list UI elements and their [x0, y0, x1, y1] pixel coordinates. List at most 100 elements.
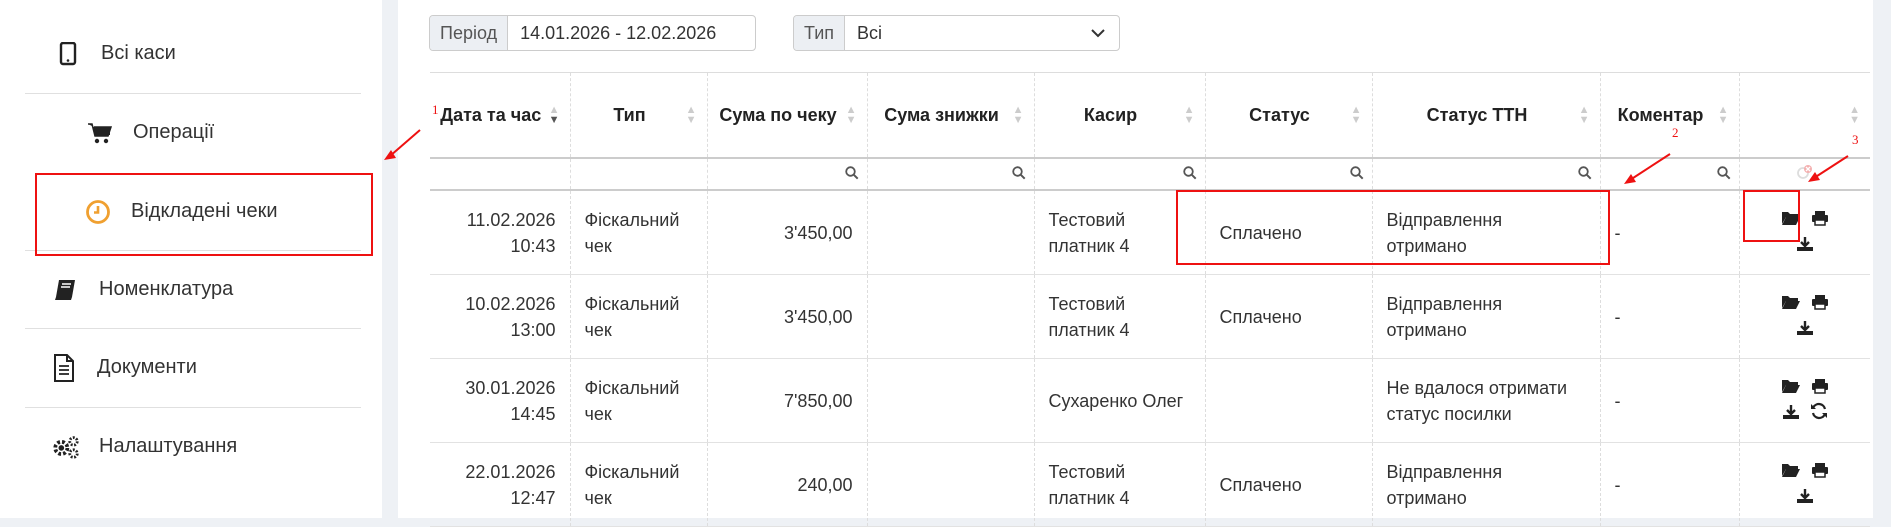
open-folder-icon[interactable] [1781, 375, 1801, 401]
print-icon[interactable] [1811, 375, 1829, 401]
sort-icon[interactable]: ▲ ▼ [1351, 105, 1362, 126]
cell-status: Сплачено [1205, 274, 1373, 359]
table-row[interactable]: 22.01.2026 12:47 Фіскальний чек 240,00 Тесто… [430, 442, 1870, 527]
sidebar-item-documents[interactable]: Документи [25, 328, 361, 407]
table-row[interactable]: 30.01.2026 14:45 Фіскальний чек 7'850,00 Сух… [430, 358, 1870, 443]
search-icon[interactable] [1577, 164, 1592, 185]
cell-type: Фіскальний чек [570, 274, 708, 359]
cell-type: Фіскальний чек [570, 190, 708, 275]
cell-datetime: 30.01.2026 14:45 [430, 358, 571, 443]
cell-discount [867, 274, 1035, 359]
sort-icon[interactable]: ▲ ▼ [1718, 105, 1729, 126]
table-row[interactable]: 10.02.2026 13:00 Фіскальний чек 3'450,00 Тес… [430, 274, 1870, 359]
column-filter[interactable] [430, 157, 571, 191]
cell-date: 11.02.2026 [466, 209, 556, 230]
annotation-arrow-1 [384, 129, 421, 160]
sort-icon[interactable]: ▲ ▼ [846, 105, 857, 126]
search-icon[interactable] [1349, 164, 1364, 185]
chevron-down-icon[interactable] [1091, 16, 1119, 50]
print-icon[interactable] [1811, 459, 1829, 485]
search-icon[interactable] [1011, 164, 1026, 185]
open-folder-icon[interactable] [1781, 291, 1801, 317]
sort-desc-icon[interactable]: ▲ ▼ [549, 105, 560, 126]
sidebar-item-all-cash-registers[interactable]: Всі каси [25, 14, 361, 93]
print-icon[interactable] [1811, 207, 1829, 233]
sidebar-item-operations[interactable]: Операції [25, 93, 361, 172]
annotation-arrow-2 [1624, 153, 1671, 184]
annotation-number-2: 2 [1672, 125, 1679, 140]
download-icon[interactable] [1782, 401, 1800, 427]
cell-comment: - [1600, 274, 1740, 359]
search-icon[interactable] [1182, 164, 1197, 185]
cell-sum: 240,00 [707, 442, 868, 527]
type-label: Тип [794, 16, 846, 50]
download-icon[interactable] [1796, 485, 1814, 511]
table-row[interactable]: 11.02.2026 10:43 Фіскальний чек 3'450,00 Тес… [430, 190, 1870, 275]
column-filter[interactable] [570, 157, 708, 191]
sidebar-item-label: Документи [97, 356, 197, 378]
sort-icon[interactable]: ▲ ▼ [686, 105, 697, 126]
sort-icon[interactable]: ▲ ▼ [1013, 105, 1024, 126]
column-header-discount[interactable]: Сума знижки ▲ ▼ [867, 72, 1035, 158]
cell-cashier: Тестовий платник 4 [1034, 442, 1206, 527]
refresh-icon[interactable] [1810, 401, 1828, 427]
type-filter[interactable]: Тип Всі [793, 15, 1120, 51]
column-header-status[interactable]: Статус ▲ ▼ [1205, 72, 1373, 158]
highlight-box-status-ttn [1176, 190, 1610, 265]
cell-sum: 3'450,00 [707, 274, 868, 359]
column-filter[interactable] [707, 157, 868, 191]
cell-status [1205, 358, 1373, 443]
cart-icon [85, 118, 115, 148]
cell-datetime: 10.02.2026 13:00 [430, 274, 571, 359]
document-icon [49, 353, 79, 383]
cell-cashier: Тестовий платник 4 [1034, 274, 1206, 359]
highlight-box-deferred-receipts [35, 173, 373, 256]
gears-icon [51, 432, 81, 462]
book-icon [51, 275, 81, 305]
cell-ttn-status: Відправлення отримано [1372, 274, 1601, 359]
column-header-comment[interactable]: Коментар ▲ ▼ [1600, 72, 1740, 158]
sidebar-item-settings[interactable]: Налаштування [25, 407, 361, 486]
sort-icon[interactable]: ▲ ▼ [1184, 105, 1195, 126]
cell-time: 14:45 [510, 403, 556, 424]
column-filter[interactable] [1205, 157, 1373, 191]
cell-time: 12:47 [510, 487, 556, 508]
download-icon[interactable] [1796, 317, 1814, 343]
cell-discount [867, 358, 1035, 443]
cell-time: 13:00 [510, 319, 556, 340]
cell-datetime: 11.02.2026 10:43 [430, 190, 571, 275]
cell-date: 22.01.2026 [465, 461, 556, 482]
column-header-type[interactable]: Тип ▲ ▼ [570, 72, 708, 158]
cell-comment: - [1600, 442, 1740, 527]
column-header-sum[interactable]: Сума по чеку ▲ ▼ [707, 72, 868, 158]
period-filter[interactable]: Період 14.01.2026 - 12.02.2026 [429, 15, 756, 51]
tablet-icon [53, 39, 83, 69]
column-header-ttn-status[interactable]: Статус ТТН ▲ ▼ [1372, 72, 1601, 158]
cell-discount [867, 442, 1035, 527]
search-icon[interactable] [844, 164, 859, 185]
open-folder-icon[interactable] [1781, 459, 1801, 485]
cell-type: Фіскальний чек [570, 358, 708, 443]
sidebar-item-label: Налаштування [99, 435, 238, 457]
column-header-actions[interactable]: ▲ ▼ [1739, 72, 1870, 158]
column-header-cashier[interactable]: Касир ▲ ▼ [1034, 72, 1206, 158]
annotation-arrow-3 [1808, 155, 1849, 182]
type-select[interactable]: Всі [845, 16, 1091, 50]
sort-icon[interactable]: ▲ ▼ [1849, 105, 1860, 126]
cell-ttn-status: Відправлення отримано [1372, 442, 1601, 527]
period-input[interactable]: 14.01.2026 - 12.02.2026 [508, 16, 755, 50]
sidebar-item-nomenclature[interactable]: Номенклатура [25, 250, 361, 329]
receipts-table: Дата та час ▲ ▼ Тип ▲ ▼ Сума по чеку ▲ ▼ Сума … [430, 72, 1870, 527]
column-filter[interactable] [1034, 157, 1206, 191]
cell-type: Фіскальний чек [570, 442, 708, 527]
cell-actions [1739, 442, 1870, 527]
column-filter[interactable] [1372, 157, 1601, 191]
cell-discount [867, 190, 1035, 275]
cell-date: 30.01.2026 [465, 377, 556, 398]
column-header-date[interactable]: Дата та час ▲ ▼ [430, 72, 571, 158]
print-icon[interactable] [1811, 291, 1829, 317]
cell-datetime: 22.01.2026 12:47 [430, 442, 571, 527]
column-filter[interactable] [867, 157, 1035, 191]
sort-icon[interactable]: ▲ ▼ [1579, 105, 1590, 126]
search-icon[interactable] [1716, 164, 1731, 185]
